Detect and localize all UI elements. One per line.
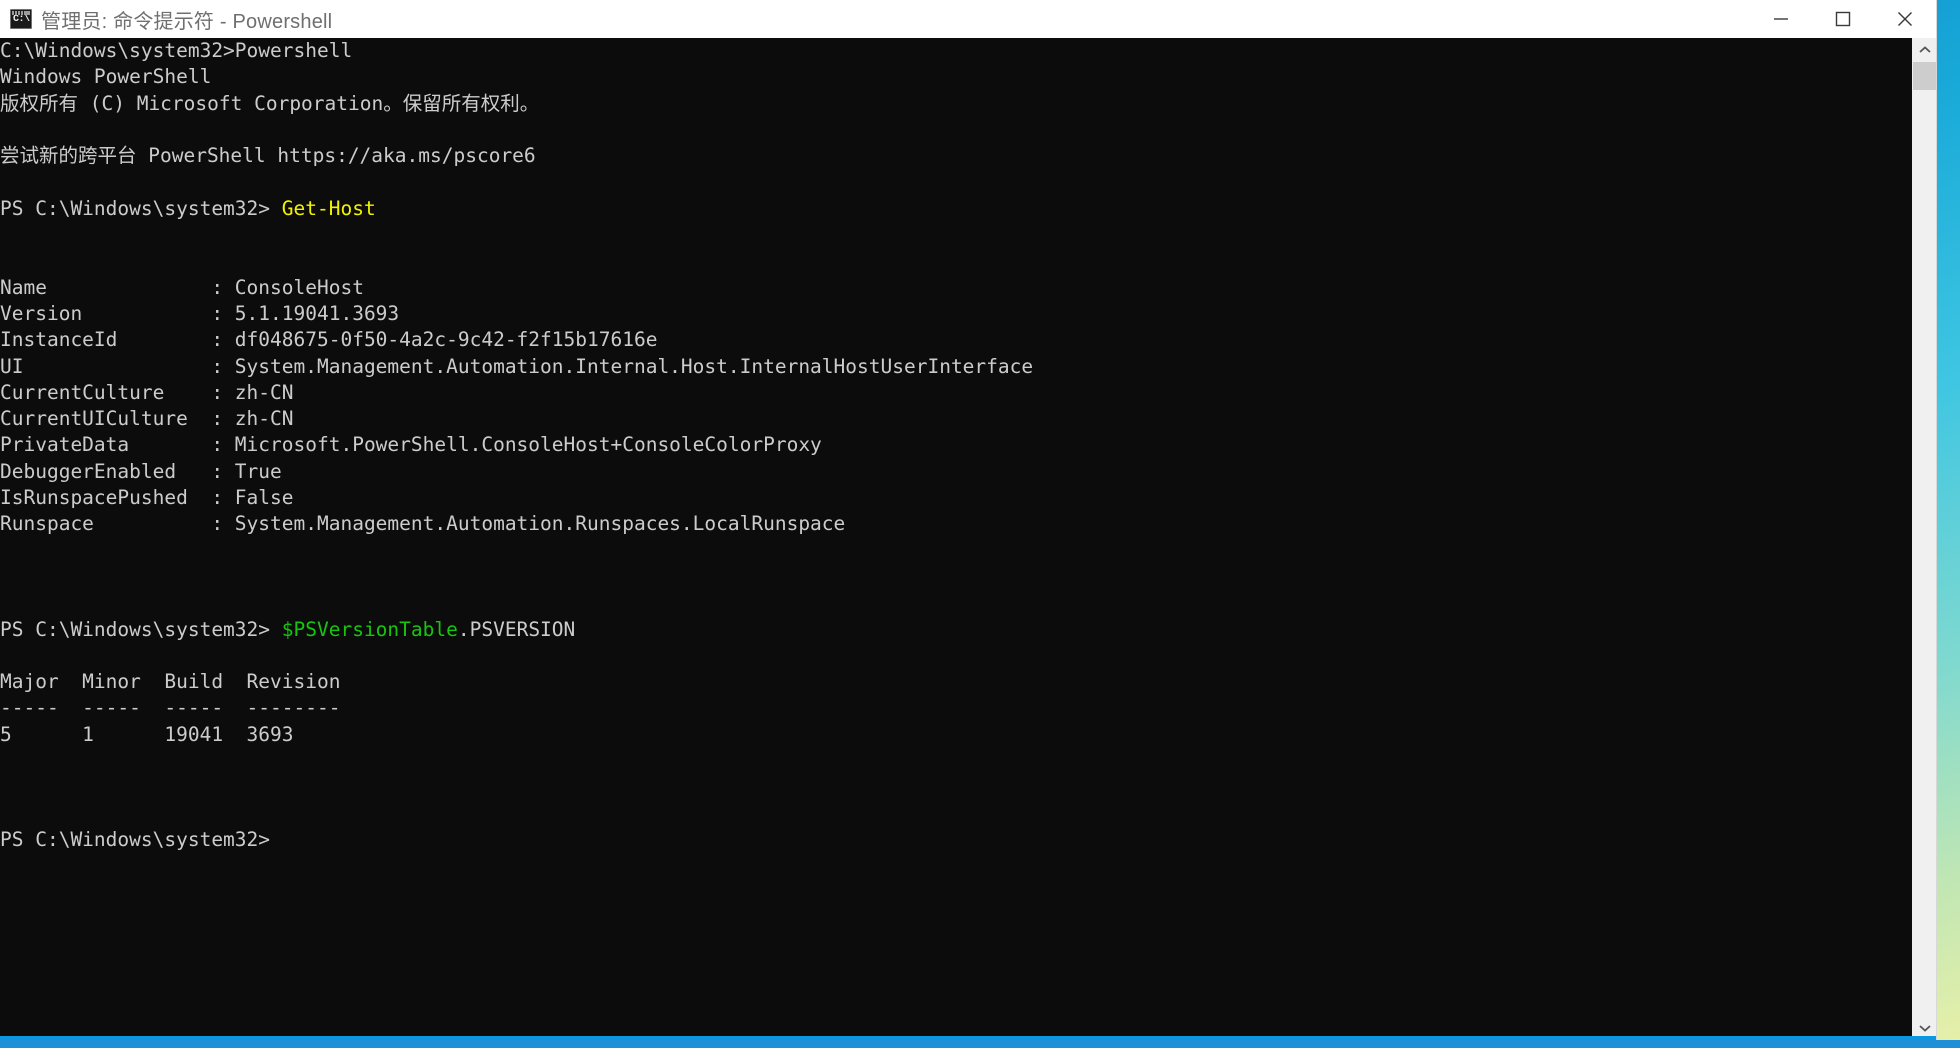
console-body[interactable]: C:\Windows\system32>Powershell Windows Po… (0, 38, 1936, 1040)
console-text-span: Windows PowerShell (0, 65, 212, 89)
console-output[interactable]: C:\Windows\system32>Powershell Windows Po… (0, 38, 1912, 1040)
console-text-span: PS C:\Windows\system32> (0, 827, 271, 851)
icon-titlebar-stripe (12, 11, 30, 15)
console-text-span: CurrentUICulture : zh-CN (0, 407, 294, 431)
console-line: Major Minor Build Revision (0, 669, 1912, 695)
console-line: CurrentUICulture : zh-CN (0, 406, 1912, 432)
maximize-button[interactable] (1812, 0, 1874, 38)
console-text-span: UI : System.Management.Automation.Intern… (0, 354, 1034, 378)
close-icon (1898, 12, 1912, 26)
console-line: Name : ConsoleHost (0, 275, 1912, 301)
console-text-span: IsRunspacePushed : False (0, 486, 294, 510)
console-line: 5 1 19041 3693 (0, 722, 1912, 748)
maximize-icon (1835, 11, 1851, 27)
console-window: C:\. 管理员: 命令提示符 - Powershell (0, 0, 1936, 1040)
icon-label: C:\. (13, 14, 31, 25)
console-line: CurrentCulture : zh-CN (0, 380, 1912, 406)
console-text-span: Runspace : System.Management.Automation.… (0, 512, 846, 536)
console-line: IsRunspacePushed : False (0, 485, 1912, 511)
console-line: C:\Windows\system32>Powershell (0, 38, 1912, 64)
console-text-span: CurrentCulture : zh-CN (0, 380, 294, 404)
console-line: Version : 5.1.19041.3693 (0, 301, 1912, 327)
console-text-span: .PSVERSION (457, 617, 576, 641)
console-text-span: PS C:\Windows\system32> (0, 617, 282, 641)
minimize-button[interactable] (1750, 0, 1812, 38)
console-text-span: C:\Windows\system32>Powershell (0, 39, 353, 62)
vertical-scrollbar[interactable] (1912, 38, 1936, 1040)
console-text-span: 版权所有 (C) Microsoft Corporation。保留所有权利。 (0, 91, 540, 115)
console-line: InstanceId : df048675-0f50-4a2c-9c42-f2f… (0, 327, 1912, 353)
console-line: DebuggerEnabled : True (0, 459, 1912, 485)
scrollbar-track[interactable] (1913, 62, 1936, 1016)
command-prompt-icon: C:\. (10, 9, 32, 29)
console-line: 尝试新的跨平台 PowerShell https://aka.ms/pscore… (0, 143, 1912, 169)
console-text-span: Major Minor Build Revision (0, 670, 341, 694)
close-button[interactable] (1874, 0, 1936, 38)
console-text-span: InstanceId : df048675-0f50-4a2c-9c42-f2f… (0, 328, 658, 352)
console-line: PS C:\Windows\system32> Get-Host (0, 196, 1912, 222)
console-line: 版权所有 (C) Microsoft Corporation。保留所有权利。 (0, 91, 1912, 117)
taskbar-strip (0, 1040, 1960, 1048)
console-line: UI : System.Management.Automation.Intern… (0, 354, 1912, 380)
console-line: PrivateData : Microsoft.PowerShell.Conso… (0, 432, 1912, 458)
console-line: Windows PowerShell (0, 64, 1912, 90)
console-text-span: 5 1 19041 3693 (0, 722, 294, 746)
console-text-span: $PSVersionTable (281, 617, 458, 641)
console-text-span: Get-Host (281, 196, 376, 220)
console-line: PS C:\Windows\system32> $PSVersionTable.… (0, 617, 1912, 643)
console-text-span: PrivateData : Microsoft.PowerShell.Conso… (0, 433, 822, 457)
console-text-span: Name : ConsoleHost (0, 275, 364, 299)
window-title: 管理员: 命令提示符 - Powershell (41, 10, 333, 33)
console-text-span: ----- ----- ----- -------- (0, 696, 341, 720)
minimize-icon (1774, 18, 1788, 20)
console-text-span: 尝试新的跨平台 PowerShell https://aka.ms/pscore… (0, 144, 536, 168)
console-line: PS C:\Windows\system32> (0, 827, 1912, 853)
window-controls (1750, 0, 1936, 38)
title-bar[interactable]: C:\. 管理员: 命令提示符 - Powershell (0, 0, 1936, 38)
chevron-down-icon (1918, 1025, 1931, 1032)
console-text-span: PS C:\Windows\system32> (0, 196, 282, 220)
scrollbar-thumb[interactable] (1913, 62, 1936, 90)
console-line: Runspace : System.Management.Automation.… (0, 511, 1912, 537)
console-line: ----- ----- ----- -------- (0, 695, 1912, 721)
chevron-up-icon (1918, 46, 1931, 53)
console-text-span: DebuggerEnabled : True (0, 459, 282, 483)
console-text-span: Version : 5.1.19041.3693 (0, 301, 400, 325)
scroll-up-button[interactable] (1913, 38, 1936, 62)
